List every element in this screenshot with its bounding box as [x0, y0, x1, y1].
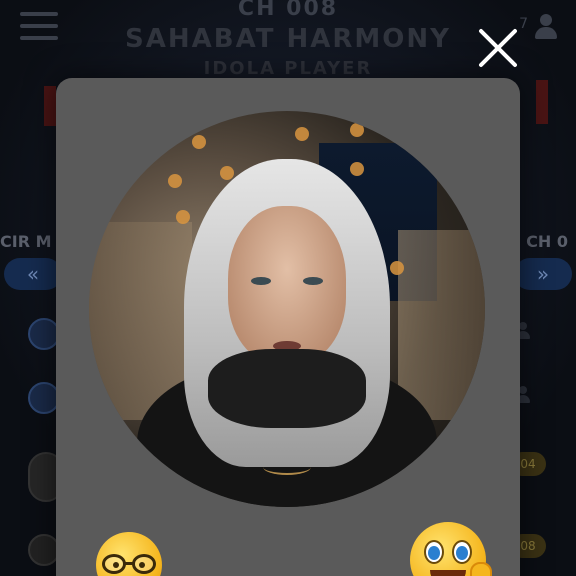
viewer-count: 7 [519, 16, 528, 32]
left-section-label: CIR M [0, 232, 52, 251]
bokeh-light [176, 210, 191, 224]
emoji-iris [456, 546, 468, 560]
emoji-pupil [113, 562, 119, 568]
next-button[interactable]: » [514, 258, 572, 290]
emoji-pupil [139, 562, 145, 568]
left-red-marker [44, 86, 56, 126]
emoji-smile [430, 570, 466, 576]
glasses-bridge [125, 562, 133, 565]
bokeh-light [168, 174, 183, 189]
right-section-label: CH 0 [526, 232, 568, 251]
emoji-iris [428, 546, 440, 560]
emoji-hand [470, 562, 492, 576]
channel-label: CH 008 [237, 0, 339, 21]
profile-photo[interactable] [89, 111, 485, 507]
prev-button[interactable]: « [4, 258, 62, 290]
bokeh-light [350, 122, 365, 137]
user-icon[interactable] [534, 14, 558, 40]
right-red-marker [536, 80, 548, 124]
bokeh-light [191, 134, 206, 149]
bokeh-light [219, 166, 234, 181]
close-icon[interactable] [476, 26, 520, 70]
bokeh-light [294, 126, 309, 141]
figure-scarf [207, 348, 367, 428]
background-stone [397, 229, 485, 420]
